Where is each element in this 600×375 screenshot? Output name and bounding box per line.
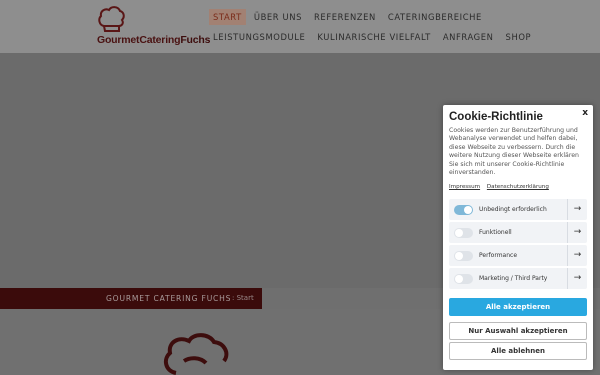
reject-all-button[interactable]: Alle ablehnen [449, 342, 587, 360]
breadcrumb-separator: : [232, 294, 235, 302]
impressum-link[interactable]: Impressum [449, 184, 480, 190]
toggle-performance[interactable] [454, 251, 473, 261]
arrow-right-icon[interactable]: → [567, 268, 587, 289]
nav-item-cateringbereiche[interactable]: CATERINGBEREICHE [384, 9, 486, 25]
chef-hat-icon [98, 6, 125, 32]
option-label: Funktionell [479, 229, 512, 236]
cookie-option-marketing[interactable]: Marketing / Third Party → [449, 268, 587, 289]
logo-text-highlight: Fuchs [180, 34, 211, 46]
toggle-necessary[interactable] [454, 205, 473, 215]
logo-text-main: GourmetCatering [97, 34, 181, 46]
breadcrumb-site-title[interactable]: GOURMET CATERING FUCHS [106, 294, 231, 303]
arrow-right-icon[interactable]: → [567, 222, 587, 243]
arrow-right-icon[interactable]: → [567, 199, 587, 220]
close-icon[interactable]: x [582, 108, 588, 118]
toggle-marketing[interactable] [454, 274, 473, 284]
cookie-links: Impressum Datenschutzerklärung [449, 184, 554, 190]
main-nav: START ÜBER UNS REFERENZEN CATERINGBEREIC… [209, 7, 531, 47]
nav-item-kulinarische-vielfalt[interactable]: KULINARISCHE VIELFALT [313, 29, 434, 45]
breadcrumb-current: : Start [232, 294, 254, 302]
nav-item-shop[interactable]: SHOP [502, 29, 536, 45]
arrow-right-icon[interactable]: → [567, 245, 587, 266]
option-label: Unbedingt erforderlich [479, 206, 547, 213]
nav-item-anfragen[interactable]: ANFRAGEN [439, 29, 498, 45]
nav-row-2: LEISTUNGSMODULE KULINARISCHE VIELFALT AN… [209, 27, 531, 47]
cookie-option-performance[interactable]: Performance → [449, 245, 587, 266]
logo[interactable]: GourmetCateringFuchs [97, 6, 210, 46]
cookie-dialog: Cookie-Richtlinie x Cookies werden zur B… [443, 105, 593, 370]
cookie-option-functional[interactable]: Funktionell → [449, 222, 587, 243]
toggle-functional[interactable] [454, 228, 473, 238]
cookie-title: Cookie-Richtlinie [449, 111, 543, 123]
nav-item-ueber-uns[interactable]: ÜBER UNS [250, 9, 306, 25]
option-label: Marketing / Third Party [479, 275, 548, 282]
option-label: Performance [479, 252, 518, 259]
nav-item-leistungsmodule[interactable]: LEISTUNGSMODULE [209, 29, 309, 45]
accept-all-button[interactable]: Alle akzeptieren [449, 298, 587, 316]
breadcrumb-current-label: Start [236, 294, 254, 302]
nav-row-1: START ÜBER UNS REFERENZEN CATERINGBEREIC… [209, 7, 499, 27]
breadcrumb: GOURMET CATERING FUCHS : Start [0, 288, 262, 309]
cookie-description: Cookies werden zur Benutzerführung und W… [449, 127, 579, 177]
cookie-option-necessary[interactable]: Unbedingt erforderlich → [449, 199, 587, 220]
nav-item-referenzen[interactable]: REFERENZEN [310, 9, 380, 25]
logo-wordmark: GourmetCateringFuchs [97, 34, 210, 46]
nav-item-start[interactable]: START [209, 9, 246, 25]
accept-selection-button[interactable]: Nur Auswahl akzeptieren [449, 322, 587, 340]
site-header: GourmetCateringFuchs START ÜBER UNS REFE… [0, 0, 600, 53]
chef-hat-icon [163, 333, 229, 375]
datenschutz-link[interactable]: Datenschutzerklärung [487, 184, 549, 190]
